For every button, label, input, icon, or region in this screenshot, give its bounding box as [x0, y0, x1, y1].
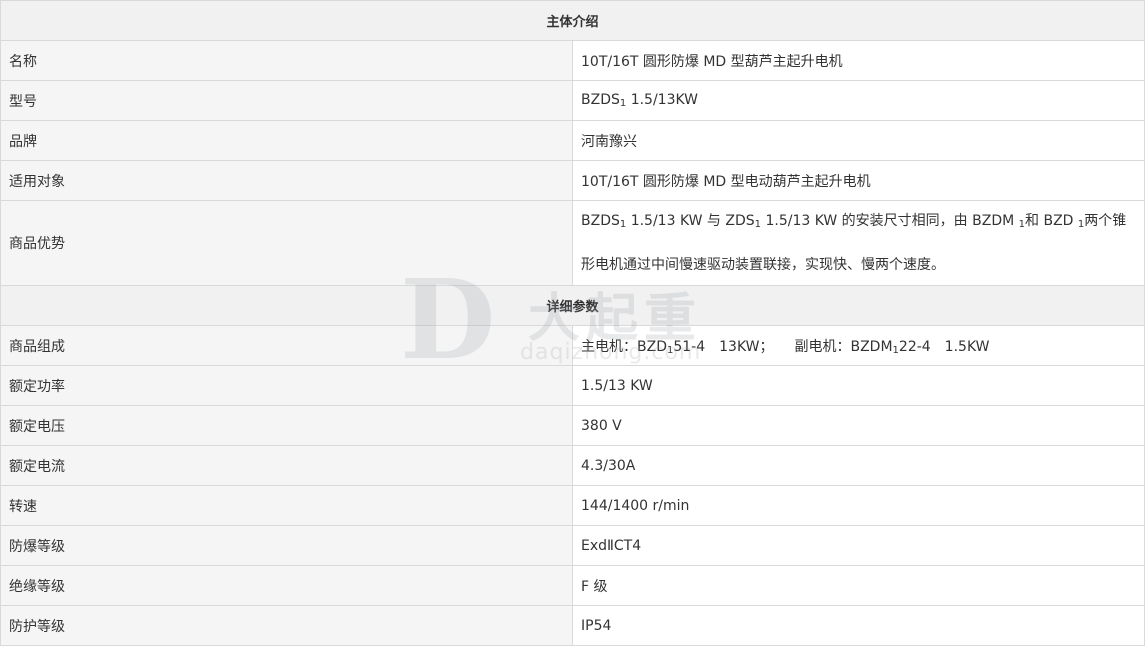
table-row-rated-voltage: 额定电压 380 V: [0, 405, 1145, 446]
row-value: 1.5/13 KW: [572, 365, 1145, 406]
section-title-main: 主体介绍: [0, 0, 1145, 41]
row-label: 额定功率: [0, 365, 573, 406]
row-label: 防护等级: [0, 605, 573, 646]
section-header-main: 主体介绍: [0, 0, 1145, 41]
row-value: 380 V: [572, 405, 1145, 446]
row-label: 商品优势: [0, 200, 573, 286]
table-row-name: 名称 10T/16T 圆形防爆 MD 型葫芦主起升电机: [0, 40, 1145, 81]
table-row-rated-current: 额定电流 4.3/30A: [0, 445, 1145, 486]
row-value: 10T/16T 圆形防爆 MD 型电动葫芦主起升电机: [572, 160, 1145, 201]
table-row-explosion-grade: 防爆等级 ExdⅡCT4: [0, 525, 1145, 566]
table-row-insulation-grade: 绝缘等级 F 级: [0, 565, 1145, 606]
spec-table: 主体介绍 名称 10T/16T 圆形防爆 MD 型葫芦主起升电机 型号 BZDS…: [0, 0, 1145, 646]
row-value: BZDS1 1.5/13 KW 与 ZDS1 1.5/13 KW 的安装尺寸相同…: [572, 200, 1145, 286]
table-row-composition: 商品组成 主电机：BZD151-4 13KW； 副电机：BZDM122-4 1.…: [0, 325, 1145, 366]
section-title-detail: 详细参数: [0, 285, 1145, 326]
row-label: 额定电流: [0, 445, 573, 486]
row-label: 品牌: [0, 120, 573, 161]
table-row-brand: 品牌 河南豫兴: [0, 120, 1145, 161]
row-value: 4.3/30A: [572, 445, 1145, 486]
row-value: BZDS1 1.5/13KW: [572, 80, 1145, 121]
row-value: 144/1400 r/min: [572, 485, 1145, 526]
row-label: 型号: [0, 80, 573, 121]
table-row-speed: 转速 144/1400 r/min: [0, 485, 1145, 526]
row-label: 转速: [0, 485, 573, 526]
row-label: 额定电压: [0, 405, 573, 446]
section-header-detail: 详细参数: [0, 285, 1145, 326]
table-row-protection-grade: 防护等级 IP54: [0, 605, 1145, 646]
table-row-model: 型号 BZDS1 1.5/13KW: [0, 80, 1145, 121]
row-value: 主电机：BZD151-4 13KW； 副电机：BZDM122-4 1.5KW: [572, 325, 1145, 366]
row-label: 适用对象: [0, 160, 573, 201]
table-row-applicable: 适用对象 10T/16T 圆形防爆 MD 型电动葫芦主起升电机: [0, 160, 1145, 201]
row-label: 名称: [0, 40, 573, 81]
row-value: ExdⅡCT4: [572, 525, 1145, 566]
row-value: 河南豫兴: [572, 120, 1145, 161]
row-label: 商品组成: [0, 325, 573, 366]
row-value: IP54: [572, 605, 1145, 646]
row-value: F 级: [572, 565, 1145, 606]
row-label: 防爆等级: [0, 525, 573, 566]
row-value: 10T/16T 圆形防爆 MD 型葫芦主起升电机: [572, 40, 1145, 81]
row-label: 绝缘等级: [0, 565, 573, 606]
table-row-rated-power: 额定功率 1.5/13 KW: [0, 365, 1145, 406]
table-row-advantage: 商品优势 BZDS1 1.5/13 KW 与 ZDS1 1.5/13 KW 的安…: [0, 200, 1145, 286]
